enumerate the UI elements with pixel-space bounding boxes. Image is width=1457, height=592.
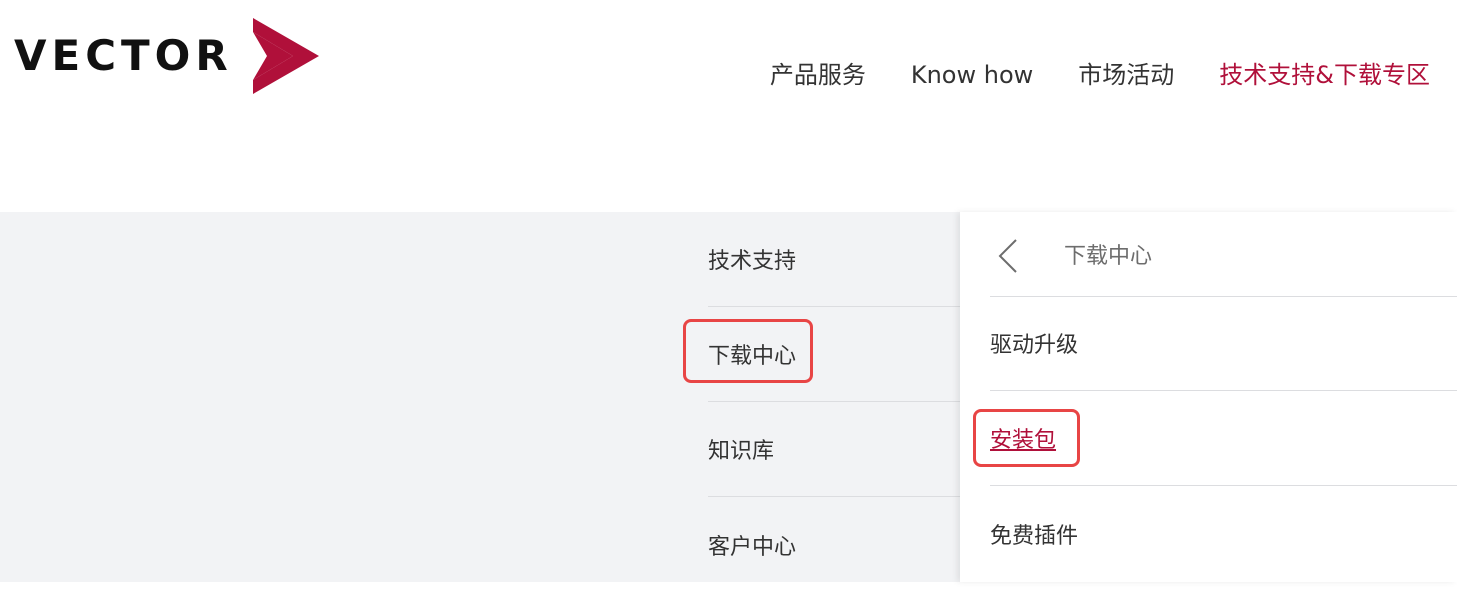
menu-item-download-center[interactable]: 下载中心 [708,307,960,402]
submenu-header: 下载中心 [990,212,1457,297]
menu-item-customer-center[interactable]: 客户中心 [708,497,960,592]
menu-item-tech-support[interactable]: 技术支持 [708,212,960,307]
download-center-submenu: 下载中心 驱动升级 安装包 免费插件 [960,212,1457,582]
chevron-left-icon[interactable] [996,238,1020,274]
submenu-title: 下载中心 [1064,244,1153,269]
submenu-item-free-plugins[interactable]: 免费插件 [990,486,1457,581]
vector-logo[interactable]: VECTOR [14,18,319,94]
submenu-item-installers[interactable]: 安装包 [990,391,1457,486]
submenu-item-driver-upgrade[interactable]: 驱动升级 [990,296,1457,391]
nav-products[interactable]: 产品服务 [770,58,866,92]
nav-know-how[interactable]: Know how [911,58,1033,92]
submenu-list: 驱动升级 安装包 免费插件 [990,296,1457,581]
nav-support-downloads[interactable]: 技术支持&下载专区 [1219,58,1430,92]
menu-item-label: 技术支持 [708,249,797,274]
submenu-item-label: 驱动升级 [990,333,1079,358]
logo-chevron-icon [252,18,319,94]
support-menu: 技术支持 下载中心 知识库 客户中心 [708,212,960,592]
menu-item-label: 客户中心 [708,534,797,560]
logo-text: VECTOR [14,31,233,80]
top-navigation: 产品服务 Know how 市场活动 技术支持&下载专区 [770,58,1430,92]
installers-link[interactable]: 安装包 [990,422,1056,454]
menu-item-label: 知识库 [708,439,775,464]
nav-marketing-events[interactable]: 市场活动 [1078,58,1174,92]
submenu-item-label: 免费插件 [990,523,1079,549]
menu-item-knowledge-base[interactable]: 知识库 [708,402,960,497]
menu-item-label: 下载中心 [708,344,797,369]
